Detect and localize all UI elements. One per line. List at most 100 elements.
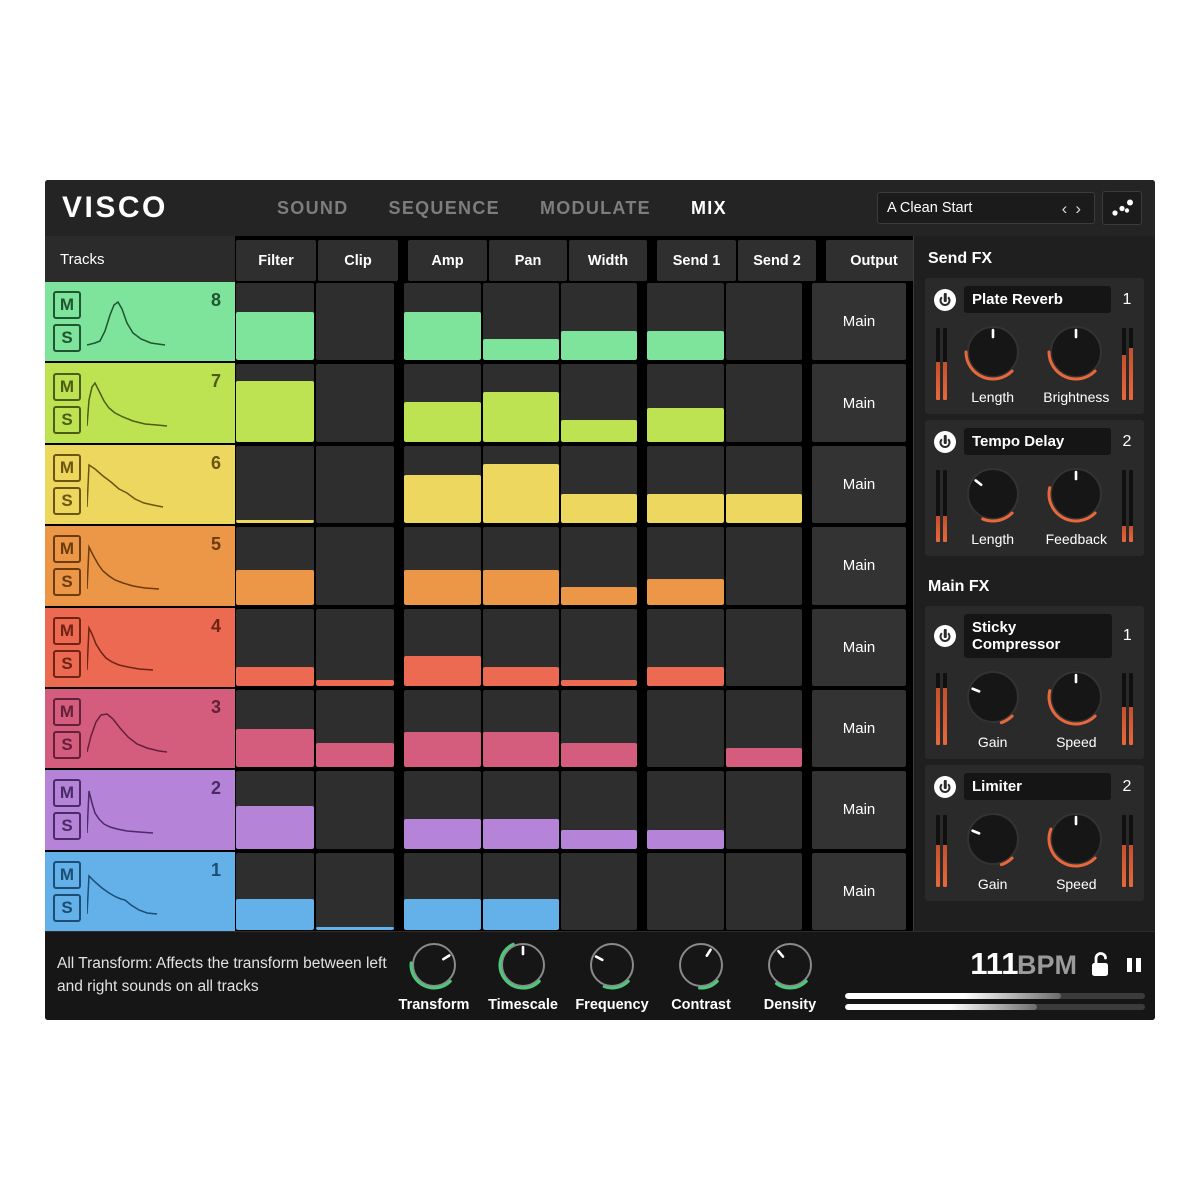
mixer-cell-send-2[interactable] [726,608,802,686]
mixer-cell-clip[interactable] [316,283,394,361]
column-header-width[interactable]: Width [569,240,647,281]
bpm-display[interactable]: 111 BPM [970,946,1077,982]
global-knob-density[interactable]: Density [751,939,829,1013]
output-cell[interactable]: Main [812,445,906,524]
playhead-bar[interactable] [845,1004,1145,1010]
mixer-cell-width[interactable] [561,608,637,686]
mixer-cell-clip[interactable] [316,608,394,686]
power-icon[interactable] [934,625,956,647]
track-info-6[interactable]: MS 6 [45,444,235,525]
mixer-cell-width[interactable] [561,852,637,930]
mixer-cell-amp[interactable] [404,852,481,930]
fx-knob-speed[interactable]: Speed [1038,809,1114,892]
column-header-pan[interactable]: Pan [489,240,567,281]
power-icon[interactable] [934,430,956,453]
mixer-cell-send-2[interactable] [726,445,802,524]
unlock-icon[interactable] [1089,950,1111,978]
mute-button[interactable]: M [53,779,81,808]
mixer-cell-width[interactable] [561,771,637,849]
column-header-output[interactable]: Output [826,240,922,281]
solo-button[interactable]: S [53,568,81,597]
playhead-bar[interactable] [845,993,1145,999]
mixer-cell-clip[interactable] [316,445,394,524]
track-info-3[interactable]: MS 3 [45,688,235,769]
mixer-cell-filter[interactable] [236,608,314,686]
mixer-cell-send-2[interactable] [726,689,802,768]
track-info-7[interactable]: MS 7 [45,363,235,443]
mixer-cell-width[interactable] [561,689,637,768]
solo-button[interactable]: S [53,649,81,678]
mixer-cell-clip[interactable] [316,852,394,930]
mixer-cell-filter[interactable] [236,771,314,849]
mixer-cell-send-1[interactable] [647,283,724,361]
fx-knob-brightness[interactable]: Brightness [1038,322,1114,405]
mixer-cell-clip[interactable] [316,771,394,849]
mixer-cell-width[interactable] [561,527,637,605]
global-knob-transform[interactable]: Transform [395,939,473,1013]
mixer-cell-send-1[interactable] [647,445,724,524]
track-info-1[interactable]: MS 1 [45,851,235,931]
mixer-cell-amp[interactable] [404,608,481,686]
mute-button[interactable]: M [53,616,81,645]
fx-knob-length[interactable]: Length [955,322,1031,405]
mixer-cell-send-2[interactable] [726,852,802,930]
pause-icon[interactable] [1123,951,1145,977]
column-header-filter[interactable]: Filter [236,240,316,281]
mixer-cell-send-1[interactable] [647,608,724,686]
mixer-cell-send-2[interactable] [726,364,802,442]
solo-button[interactable]: S [53,324,81,353]
fx-name[interactable]: Tempo Delay [964,428,1111,455]
nav-tab-mix[interactable]: MIX [691,198,727,219]
output-cell[interactable]: Main [812,608,906,686]
mute-button[interactable]: M [53,453,81,482]
mixer-cell-pan[interactable] [483,445,559,524]
mixer-cell-amp[interactable] [404,689,481,768]
solo-button[interactable]: S [53,405,81,434]
mixer-cell-width[interactable] [561,445,637,524]
output-cell[interactable]: Main [812,771,906,849]
output-cell[interactable]: Main [812,364,906,442]
fx-knob-feedback[interactable]: Feedback [1038,464,1114,547]
mute-button[interactable]: M [53,291,81,320]
track-info-5[interactable]: MS 5 [45,526,235,606]
mixer-cell-pan[interactable] [483,689,559,768]
mixer-cell-send-1[interactable] [647,527,724,605]
mixer-cell-filter[interactable] [236,283,314,361]
track-info-4[interactable]: MS 4 [45,607,235,687]
mixer-cell-send-1[interactable] [647,689,724,768]
power-icon[interactable] [934,288,956,311]
mixer-cell-amp[interactable] [404,445,481,524]
mute-button[interactable]: M [53,372,81,401]
column-header-send-2[interactable]: Send 2 [738,240,816,281]
track-info-8[interactable]: MS 8 [45,282,235,362]
mute-button[interactable]: M [53,535,81,564]
mixer-cell-filter[interactable] [236,445,314,524]
output-cell[interactable]: Main [812,852,906,930]
nav-tab-modulate[interactable]: MODULATE [540,198,651,219]
mixer-cell-amp[interactable] [404,771,481,849]
mixer-cell-width[interactable] [561,283,637,361]
column-header-clip[interactable]: Clip [318,240,398,281]
mixer-cell-pan[interactable] [483,771,559,849]
fx-knob-speed[interactable]: Speed [1038,667,1114,750]
mixer-cell-clip[interactable] [316,364,394,442]
fx-knob-gain[interactable]: Gain [955,667,1031,750]
preset-next-button[interactable]: › [1071,200,1085,217]
fx-knob-gain[interactable]: Gain [955,809,1031,892]
column-header-amp[interactable]: Amp [408,240,487,281]
power-icon[interactable] [934,775,956,798]
output-cell[interactable]: Main [812,527,906,605]
global-knob-contrast[interactable]: Contrast [662,939,740,1013]
solo-button[interactable]: S [53,486,81,515]
solo-button[interactable]: S [53,812,81,841]
track-info-2[interactable]: MS 2 [45,770,235,850]
global-knob-timescale[interactable]: Timescale [484,939,562,1013]
mixer-cell-send-1[interactable] [647,364,724,442]
mixer-cell-send-2[interactable] [726,527,802,605]
mixer-cell-pan[interactable] [483,608,559,686]
mixer-cell-send-2[interactable] [726,771,802,849]
fx-knob-length[interactable]: Length [955,464,1031,547]
preset-prev-button[interactable]: ‹ [1058,200,1072,217]
mixer-cell-send-2[interactable] [726,283,802,361]
mixer-cell-pan[interactable] [483,364,559,442]
